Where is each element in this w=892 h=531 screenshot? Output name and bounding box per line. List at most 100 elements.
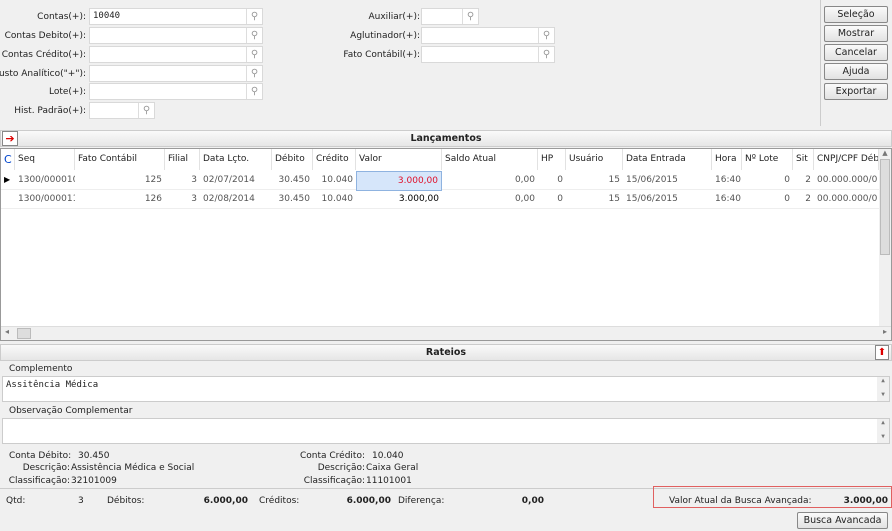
cancelar-button[interactable]: Cancelar <box>824 44 888 61</box>
lancamentos-grid[interactable]: ▲ ◂ ▸ C Seq Fato Contábil Filial Data Lçto. D… <box>0 148 892 341</box>
cell-data-lcto: 02/07/2014 <box>203 175 255 185</box>
column-header-sit[interactable]: Sit <box>793 149 814 170</box>
aglutinador-input[interactable]: ⚲ <box>421 27 555 44</box>
busca-avancada-button[interactable]: Busca Avancada <box>797 512 888 529</box>
creditos-value: 6.000,00 <box>346 496 391 506</box>
exportar-button[interactable]: Exportar <box>824 83 888 100</box>
valor-atual-value: 3.000,00 <box>843 496 888 506</box>
aglutinador-label: Aglutinador(+): <box>350 31 420 41</box>
complemento-textarea[interactable]: Assitência Médica ▲ ▼ <box>2 376 890 402</box>
cell-saldo-atual: 0,00 <box>514 194 535 204</box>
cell-data-entrada: 15/06/2015 <box>626 194 678 204</box>
contas-credito-label: Contas Crédito(+): <box>1 50 86 60</box>
creditos-label: Créditos: <box>259 496 300 506</box>
column-header-n-lote[interactable]: Nº Lote <box>742 149 793 170</box>
cell-fato-contabil: 125 <box>144 175 162 185</box>
valor-atual-label: Valor Atual da Busca Avançada: <box>669 496 812 506</box>
column-header-debito[interactable]: Débito <box>272 149 313 170</box>
column-header-usuario[interactable]: Usuário <box>566 149 623 170</box>
auxiliar-label: Auxiliar(+): <box>368 12 421 22</box>
cell-data-entrada: 15/06/2015 <box>626 175 678 185</box>
custo-analitico-input[interactable]: ⚲ <box>89 65 263 82</box>
ajuda-button[interactable]: Ajuda <box>824 63 888 80</box>
valor-atual-box: Valor Atual da Busca Avançada: 3.000,00 <box>653 486 892 508</box>
column-header-filial[interactable]: Filial <box>165 149 200 170</box>
cell-sit: 2 <box>805 194 811 204</box>
cell-hp: 0 <box>557 194 563 204</box>
lote-label: Lote(+): <box>48 87 86 97</box>
column-header-data-entrada[interactable]: Data Entrada <box>623 149 712 170</box>
vertical-scrollbar[interactable]: ▲ <box>879 149 891 327</box>
cell-saldo-atual: 0,00 <box>514 175 535 185</box>
column-header-c[interactable]: C <box>1 149 15 170</box>
descricao-credito-value: Caixa Geral <box>366 463 419 473</box>
observacao-label: Observação Complementar <box>9 406 133 416</box>
hist-padrao-input[interactable]: ⚲ <box>89 102 155 119</box>
selecao-button[interactable]: Seleção <box>824 6 888 23</box>
cell-n-lote: 0 <box>784 194 790 204</box>
search-icon[interactable]: ⚲ <box>246 66 262 81</box>
cell-seq: 1300/000010 <box>18 175 75 185</box>
table-row[interactable]: ▶ 1300/000010 125 3 02/07/2014 30.450 10.040 3.… <box>1 171 879 191</box>
mostrar-button[interactable]: Mostrar <box>824 25 888 42</box>
classificacao-debito-value: 32101009 <box>71 476 117 486</box>
cell-valor: 3.000,00 <box>356 171 442 191</box>
qtd-label: Qtd: <box>6 496 26 506</box>
cell-n-lote: 0 <box>784 175 790 185</box>
arrow-right-icon[interactable]: ➔ <box>2 131 18 146</box>
column-header-cnpj-cpf[interactable]: CNPJ/CPF Déb <box>814 149 879 170</box>
conta-debito-label: Conta Débito: <box>9 451 72 461</box>
search-icon[interactable]: ⚲ <box>138 103 154 118</box>
search-icon[interactable]: ⚲ <box>246 28 262 43</box>
observacao-textarea[interactable]: ▲ ▼ <box>2 418 890 444</box>
descricao-credito-label: Descrição: <box>317 463 365 473</box>
column-header-credito[interactable]: Crédito <box>313 149 356 170</box>
contas-debito-label: Contas Debito(+): <box>4 31 86 41</box>
search-icon[interactable]: ⚲ <box>538 47 554 62</box>
column-header-hp[interactable]: HP <box>538 149 566 170</box>
contas-debito-input[interactable]: ⚲ <box>89 27 263 44</box>
column-header-seq[interactable]: Seq <box>15 149 75 170</box>
conta-credito-label: Conta Crédito: <box>299 451 365 461</box>
lancamentos-header: Lançamentos <box>0 130 892 147</box>
debitos-value: 6.000,00 <box>203 496 248 506</box>
custo-analitico-label: Custo Analítico("+"): <box>0 69 86 79</box>
search-icon[interactable]: ⚲ <box>462 9 478 24</box>
descricao-debito-value: Assistência Médica e Social <box>71 463 195 473</box>
lote-input[interactable]: ⚲ <box>89 83 263 100</box>
hist-padrao-label: Hist. Padrão(+): <box>14 106 86 116</box>
column-header-valor[interactable]: Valor <box>356 149 442 170</box>
search-icon[interactable]: ⚲ <box>246 84 262 99</box>
complemento-value: Assitência Médica <box>6 380 99 390</box>
contas-credito-input[interactable]: ⚲ <box>89 46 263 63</box>
cell-hp: 0 <box>557 175 563 185</box>
column-header-hora[interactable]: Hora <box>712 149 742 170</box>
search-icon[interactable]: ⚲ <box>246 9 262 24</box>
horizontal-scrollbar[interactable]: ◂ ▸ <box>1 326 891 340</box>
debitos-label: Débitos: <box>107 496 145 506</box>
cell-valor: 3.000,00 <box>398 194 439 204</box>
diferenca-value: 0,00 <box>521 496 544 506</box>
contas-input[interactable]: 10040 ⚲ <box>89 8 263 25</box>
diferenca-label: Diferença: <box>398 496 445 506</box>
classificacao-credito-value: 11101001 <box>366 476 412 486</box>
table-row[interactable]: 1300/000011 126 3 02/08/2014 30.450 10.040 3.0… <box>1 190 879 209</box>
cell-data-lcto: 02/08/2014 <box>203 194 255 204</box>
arrow-up-icon[interactable]: ⬆ <box>875 345 889 360</box>
column-header-data-lcto[interactable]: Data Lçto. <box>200 149 272 170</box>
classificacao-debito-label: Classificação: <box>8 476 70 486</box>
cell-credito: 10.040 <box>321 194 354 204</box>
complemento-label: Complemento <box>9 364 73 374</box>
search-icon[interactable]: ⚲ <box>538 28 554 43</box>
lancamentos-title: Lançamentos <box>410 133 482 144</box>
cell-filial: 3 <box>191 175 197 185</box>
column-header-saldo-atual[interactable]: Saldo Atual <box>442 149 538 170</box>
fato-contabil-input[interactable]: ⚲ <box>421 46 555 63</box>
search-icon[interactable]: ⚲ <box>246 47 262 62</box>
cell-cnpj-cpf: 00.000.000/0 <box>817 194 878 204</box>
column-header-fato-contabil[interactable]: Fato Contábil <box>75 149 165 170</box>
auxiliar-input[interactable]: ⚲ <box>421 8 479 25</box>
cell-debito: 30.450 <box>278 175 311 185</box>
cell-filial: 3 <box>191 194 197 204</box>
qtd-value: 3 <box>78 496 84 506</box>
